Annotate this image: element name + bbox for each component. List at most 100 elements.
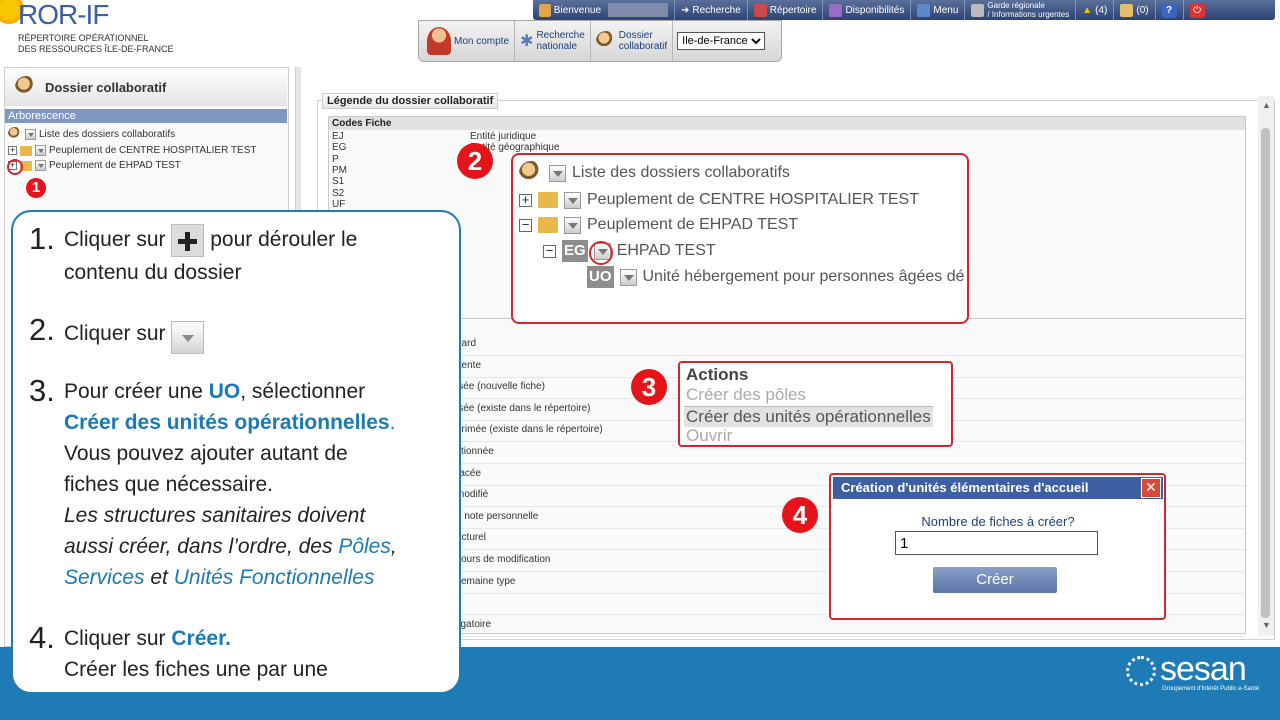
- step-1: 1. Cliquer sur pour dérouler le contenu …: [29, 223, 357, 288]
- zoom-uo-label: Unité hébergement pour personnes âgées d…: [642, 268, 965, 285]
- left-panel-header: Dossier collaboratif: [5, 68, 287, 106]
- book-icon: [753, 3, 767, 17]
- welcome-menu[interactable]: Bienvenue: [533, 0, 675, 20]
- highlight-ring: [589, 241, 613, 265]
- collapse-icon[interactable]: −: [543, 244, 556, 258]
- step-3-et: et: [144, 566, 174, 589]
- step-2-text-a: Cliquer sur: [64, 322, 166, 346]
- help-button[interactable]: ?: [1156, 0, 1184, 20]
- step-3-dot: .: [389, 411, 396, 434]
- availability-menu[interactable]: Disponibilités: [823, 0, 912, 20]
- folder-icon: [20, 145, 32, 156]
- step-1-text: Cliquer sur pour dérouler le contenu du …: [64, 224, 357, 288]
- my-account-tab[interactable]: Mon compte: [419, 21, 516, 61]
- people-icon: [519, 161, 543, 185]
- search-menu[interactable]: ➜ Recherche: [675, 0, 748, 20]
- availability-label: Disponibilités: [845, 4, 905, 16]
- alerts-button[interactable]: ▲ (4): [1076, 0, 1115, 20]
- instructions-panel: 1. Cliquer sur pour dérouler le contenu …: [11, 210, 461, 694]
- national-search-label: Recherche nationale: [536, 30, 584, 52]
- power-icon: ⏻: [1189, 2, 1205, 18]
- sesan-logo-text: sesan: [1160, 650, 1247, 688]
- zoom-item1-label: Peuplement de CENTRE HOSPITALIER TEST: [587, 191, 919, 208]
- menu-item-create-poles[interactable]: Créer des pôles: [686, 385, 806, 405]
- status-label: isée (existe dans le répertoire): [456, 402, 591, 414]
- sesan-logo-icon: [1126, 656, 1156, 686]
- tree-root[interactable]: Liste des dossiers collaboratifs: [8, 127, 175, 141]
- dropdown-icon[interactable]: [549, 164, 566, 182]
- plus-icon: [171, 224, 205, 257]
- user-icon: [539, 3, 551, 17]
- step-number-badge: 2: [457, 143, 493, 179]
- step-4-text: Cliquer sur Créer. Créer les fiches une …: [64, 623, 328, 685]
- people-icon: [15, 76, 37, 98]
- count-input[interactable]: [895, 531, 1098, 555]
- welcome-label: Bienvenue: [553, 4, 602, 16]
- phone-icon: [971, 3, 985, 17]
- logout-button[interactable]: ⏻: [1184, 0, 1211, 20]
- step-3-comma: ,: [390, 535, 397, 558]
- left-panel-title: Dossier collaboratif: [45, 79, 167, 95]
- arrow-icon: ➜: [681, 4, 690, 16]
- collapse-icon[interactable]: −: [519, 218, 532, 232]
- step-3-number: 3.: [29, 373, 55, 408]
- actions-menu-callout: Actions Créer des pôles Créer des unités…: [678, 361, 953, 447]
- step-2: 2. Cliquer sur: [29, 314, 205, 354]
- code-cell: S1: [332, 176, 345, 188]
- logo-subtitle-line2: DES RESSOURCES ÎLE-DE-FRANCE: [18, 44, 174, 54]
- zoom-tree-item-eg[interactable]: − EG EHPAD TEST: [543, 240, 716, 262]
- status-label: cours de modification: [456, 554, 551, 565]
- zoom-item2-label: Peuplement de EHPAD TEST: [587, 216, 799, 233]
- dropdown-icon[interactable]: [35, 145, 46, 156]
- directory-menu[interactable]: Répertoire: [748, 0, 824, 20]
- regional-guard-menu[interactable]: Garde régionale / Informations urgentes: [965, 0, 1077, 20]
- create-button[interactable]: Créer: [933, 567, 1057, 593]
- logo-subtitle: RÉPERTOIRE OPÉRATIONNEL DES RESSOURCES Î…: [18, 33, 174, 55]
- expand-icon[interactable]: +: [8, 146, 17, 155]
- menu-item-create-operational-units[interactable]: Créer des unités opérationnelles: [684, 406, 933, 427]
- step-3-text-g: aussi créer, dans l’ordre, des: [64, 535, 339, 558]
- status-label: ligatoire: [456, 618, 492, 630]
- uo-highlight: UO: [208, 380, 241, 403]
- dropdown-icon[interactable]: [564, 191, 581, 209]
- messages-button[interactable]: (0): [1114, 0, 1156, 20]
- top-toolbar: Bienvenue ➜ Recherche Répertoire Disponi…: [533, 0, 1275, 20]
- zoom-tree-root[interactable]: Liste des dossiers collaboratifs: [519, 161, 790, 185]
- scroll-down-icon[interactable]: ▼: [1262, 620, 1271, 630]
- step-3-text-d: Vous pouvez ajouter autant de: [64, 442, 348, 465]
- scroll-up-icon[interactable]: ▲: [1262, 100, 1271, 110]
- zoom-tree-item-uo[interactable]: UO Unité hébergement pour personnes âgée…: [587, 266, 965, 288]
- status-label: ctionnée: [456, 446, 494, 457]
- dropdown-icon[interactable]: [25, 128, 36, 140]
- national-search-tab[interactable]: ✱ Recherche nationale: [515, 21, 591, 61]
- services-highlight: Services: [64, 566, 145, 589]
- menu-item-open[interactable]: Ouvrir: [686, 426, 732, 446]
- status-label: semaine type: [456, 575, 516, 587]
- step-4-text-b: Créer les fiches une par une: [64, 658, 328, 681]
- row-divider: [329, 463, 1245, 464]
- dropdown-icon[interactable]: [564, 216, 581, 234]
- zoom-tree-item-ehpad[interactable]: − Peuplement de EHPAD TEST: [519, 216, 798, 234]
- dropdown-icon[interactable]: [35, 160, 46, 171]
- scrollbar-thumb[interactable]: [1261, 128, 1270, 618]
- dropdown-icon[interactable]: [619, 268, 637, 286]
- tree-item-centre-hospitalier[interactable]: + Peuplement de CENTRE HOSPITALIER TEST: [8, 145, 256, 156]
- logo-title[interactable]: ROR-IF: [18, 0, 109, 30]
- step-4-text-a: Cliquer sur: [64, 627, 172, 650]
- dropdown-icon: [171, 321, 205, 354]
- zoom-tree-item-centre[interactable]: + Peuplement de CENTRE HOSPITALIER TEST: [519, 191, 919, 209]
- region-select[interactable]: Ile-de-France: [677, 32, 766, 50]
- step-3-text-a: Pour créer une: [64, 380, 209, 403]
- people-icon: [595, 31, 616, 51]
- expand-icon[interactable]: +: [519, 193, 532, 207]
- star-icon: ✱: [520, 32, 534, 50]
- tree-item-ehpad[interactable]: + Peuplement de EHPAD TEST: [8, 160, 181, 171]
- folder-icon: [538, 192, 558, 208]
- collaborative-folder-tab[interactable]: Dossier collaboratif: [591, 21, 674, 61]
- status-label: e note personnelle: [456, 510, 539, 522]
- national-search-line2: nationale: [536, 41, 578, 52]
- main-menu[interactable]: Menu: [911, 0, 966, 20]
- messages-count: (0): [1136, 4, 1149, 16]
- step-number-badge: 3: [631, 369, 667, 405]
- close-icon[interactable]: ✕: [1141, 478, 1161, 498]
